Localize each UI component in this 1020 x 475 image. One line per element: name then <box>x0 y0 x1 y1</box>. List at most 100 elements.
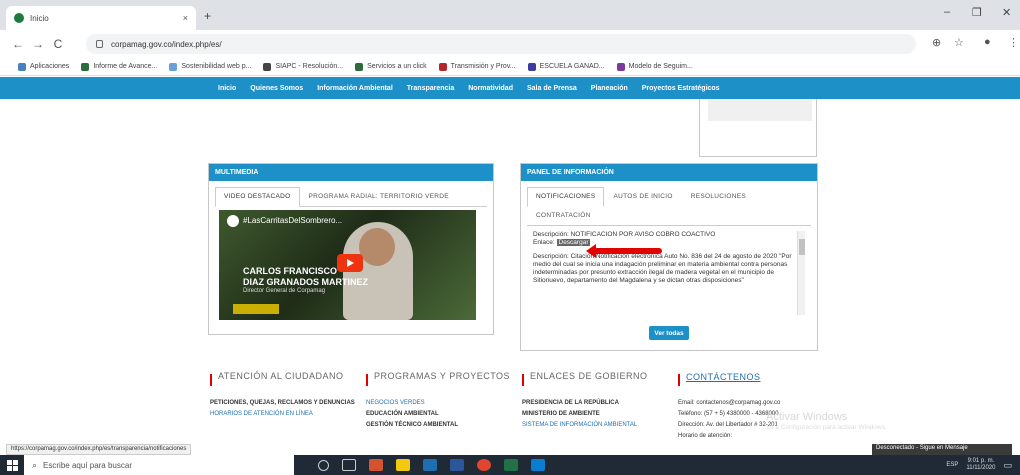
side-widget-content <box>708 99 812 121</box>
footer-link[interactable]: PETICIONES, QUEJAS, RECLAMOS Y DENUNCIAS <box>210 400 370 406</box>
contact-title[interactable]: CONTÁCTENOS <box>686 372 761 382</box>
footer-link[interactable]: HORARIOS DE ATENCIÓN EN LÍNEA <box>210 411 370 417</box>
minimize-button[interactable]: – <box>944 6 950 18</box>
maximize-button[interactable]: ❐ <box>972 6 982 19</box>
powerpoint-icon[interactable] <box>369 459 383 471</box>
star-icon[interactable]: ☆ <box>954 36 964 49</box>
play-icon[interactable] <box>337 254 363 272</box>
new-tab-button[interactable]: + <box>204 9 211 23</box>
tab-video-destacado[interactable]: VIDEO DESTACADO <box>215 187 300 207</box>
file-explorer-icon[interactable] <box>396 459 410 471</box>
multimedia-panel: MULTIMEDIA VIDEO DESTACADO PROGRAMA RADI… <box>208 163 494 335</box>
bookmark-item[interactable]: Aplicaciones <box>18 62 69 71</box>
connection-notice[interactable]: Desconectado - Sigue en Mensaje <box>872 444 1012 455</box>
nav-quienes-somos[interactable]: Quienes Somos <box>250 85 303 92</box>
bookmark-item[interactable]: Servicios a un click <box>355 62 427 71</box>
address-bar[interactable]: corpamag.gov.co/index.php/es/ <box>86 34 916 54</box>
chrome-icon[interactable] <box>477 459 491 471</box>
info-header: PANEL DE INFORMACIÓN <box>521 164 817 181</box>
bookmark-item[interactable]: Transmisión y Prov... <box>438 62 516 71</box>
nav-informacion-ambiental[interactable]: Información Ambiental <box>317 85 393 92</box>
clock-time: 9:01 p. m. <box>967 458 995 464</box>
bookmark-item[interactable]: ESCUELA GANAD... <box>527 62 605 71</box>
accent-bar <box>366 374 368 386</box>
video-role: Director General de Corpamag <box>243 288 326 294</box>
cortana-icon[interactable] <box>318 459 329 471</box>
close-tab-icon[interactable]: × <box>183 13 188 23</box>
footer-link[interactable]: PRESIDENCIA DE LA REPÚBLICA <box>522 400 682 406</box>
tray-lang[interactable]: ESP <box>946 462 958 468</box>
list-item: Descripción: Citación Notificación elect… <box>533 253 803 285</box>
profile-icon[interactable]: ● <box>984 36 991 48</box>
forward-button[interactable]: → <box>28 37 48 51</box>
description-label: Descripción: <box>533 253 569 260</box>
tab-resoluciones[interactable]: RESOLUCIONES <box>682 187 755 206</box>
video-person-face <box>359 228 395 266</box>
description-text: NOTIFICACION POR AVISO COBRO COACTIVO <box>570 231 716 238</box>
bookmark-label: SIAPC - Resolución... <box>275 63 344 70</box>
reload-button[interactable]: C <box>48 37 68 51</box>
nav-sala-de-prensa[interactable]: Sala de Prensa <box>527 85 577 92</box>
tray-clock[interactable]: 9:01 p. m. 11/11/2020 <box>966 458 995 472</box>
tab-notificaciones[interactable]: NOTIFICACIONES <box>527 187 605 207</box>
channel-logo-icon <box>227 215 239 227</box>
taskbar-apps <box>318 459 545 471</box>
word-icon[interactable] <box>450 459 464 471</box>
url-text: corpamag.gov.co/index.php/es/ <box>111 39 222 49</box>
browser-toolbar: ← → C corpamag.gov.co/index.php/es/ <box>0 30 1020 58</box>
menu-icon[interactable]: ⋮ <box>1008 36 1019 49</box>
accent-bar <box>522 374 524 386</box>
nav-inicio[interactable]: Inicio <box>218 85 236 92</box>
notification-icon[interactable]: ▭ <box>1003 460 1012 471</box>
tab-autos-de-inicio[interactable]: AUTOS DE INICIO <box>604 187 681 206</box>
bookmarks-bar: Aplicaciones Informe de Avance... Sosten… <box>0 58 1020 76</box>
task-view-icon[interactable] <box>342 459 356 471</box>
browser-tab[interactable]: Inicio × <box>6 6 196 30</box>
lock-icon <box>96 40 103 48</box>
bookmark-item[interactable]: Sostenibilidad web p... <box>169 62 251 71</box>
link-label: Enlace: <box>533 239 555 246</box>
list-scrollbar[interactable] <box>797 231 805 315</box>
tab-contratacion[interactable]: CONTRATACIÓN <box>527 206 600 225</box>
bookmark-item[interactable]: Modelo de Seguim... <box>616 62 693 71</box>
site-icon <box>81 62 90 71</box>
accent-bar <box>678 374 680 386</box>
taskbar-search[interactable]: ⌕ Escribe aquí para buscar <box>24 455 294 475</box>
scrollbar-thumb[interactable] <box>799 239 805 255</box>
video-title: #LasCarritasDelSombrero... <box>243 216 343 225</box>
back-button[interactable]: ← <box>8 37 28 51</box>
mail-icon[interactable] <box>423 459 437 471</box>
apps-icon <box>18 62 26 71</box>
close-window-button[interactable]: ✕ <box>1002 6 1011 19</box>
footer-link[interactable]: GESTIÓN TÉCNICO AMBIENTAL <box>366 422 526 428</box>
ver-todas-button[interactable]: Ver todas <box>649 326 689 340</box>
footer-link[interactable]: EDUCACIÓN AMBIENTAL <box>366 411 526 417</box>
tab-programa-radial[interactable]: PROGRAMA RADIAL: TERRITORIO VERDE <box>300 187 458 206</box>
bookmark-label: Transmisión y Prov... <box>450 63 516 70</box>
excel-icon[interactable] <box>504 459 518 471</box>
search-placeholder: Escribe aquí para buscar <box>43 460 132 470</box>
site-icon <box>616 62 625 71</box>
site-icon <box>438 62 447 71</box>
bookmark-item[interactable]: SIAPC - Resolución... <box>263 62 344 71</box>
site-icon <box>527 62 536 71</box>
video-player[interactable]: #LasCarritasDelSombrero... CARLOS FRANCI… <box>219 210 476 320</box>
site-icon <box>169 62 178 71</box>
bookmark-label: ESCUELA GANAD... <box>539 63 605 70</box>
footer-link[interactable]: MINISTERIO DE AMBIENTE <box>522 411 682 417</box>
nav-normatividad[interactable]: Normatividad <box>468 85 513 92</box>
footer-link[interactable]: SISTEMA DE INFORMACIÓN AMBIENTAL <box>522 422 682 428</box>
accent-bar <box>210 374 212 386</box>
windows-start-icon[interactable] <box>0 455 24 475</box>
nav-transparencia[interactable]: Transparencia <box>407 85 454 92</box>
nav-proyectos-estrategicos[interactable]: Proyectos Estratégicos <box>642 85 720 92</box>
site-nav: Inicio Quienes Somos Información Ambient… <box>0 77 1020 99</box>
col-title: ATENCIÓN AL CIUDADANO <box>218 371 344 381</box>
nav-planeacion[interactable]: Planeación <box>591 85 628 92</box>
zoom-icon[interactable]: ⊕ <box>932 36 941 49</box>
footer-col-atencion: ATENCIÓN AL CIUDADANO PETICIONES, QUEJAS… <box>210 372 370 417</box>
activate-windows-watermark: Activar Windows <box>766 411 848 423</box>
bookmark-item[interactable]: Informe de Avance... <box>81 62 157 71</box>
footer-link[interactable]: NEGOCIOS VERDES <box>366 400 526 406</box>
edge-icon[interactable] <box>531 459 545 471</box>
